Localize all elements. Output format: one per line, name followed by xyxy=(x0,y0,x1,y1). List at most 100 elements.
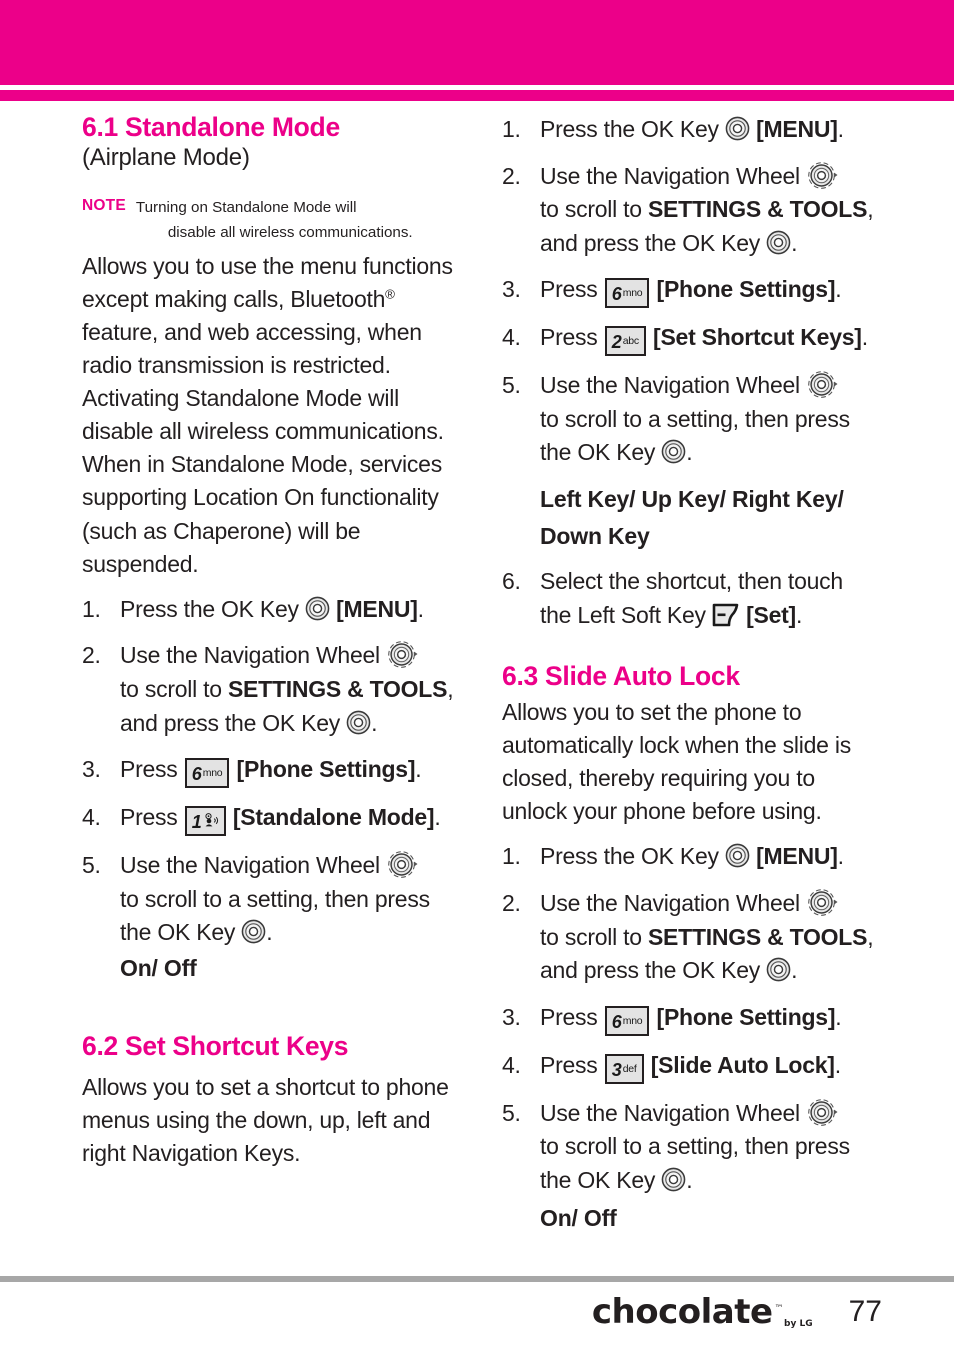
step-number: 3. xyxy=(82,756,101,783)
step-period: . xyxy=(791,229,798,256)
step-text: Press xyxy=(120,804,178,831)
step-number: 5. xyxy=(502,1099,521,1126)
step-number: 2. xyxy=(502,889,521,916)
header-band xyxy=(0,0,954,85)
step-text-line2a: to scroll to xyxy=(540,196,648,223)
step-period: . xyxy=(835,276,842,303)
step-sublabel-keys-line2: Down Key xyxy=(540,523,650,550)
step-bold-label: [Phone Settings] xyxy=(656,276,836,303)
step-bold-label: [MENU] xyxy=(756,116,838,142)
navigation-wheel-icon xyxy=(808,371,838,399)
step-text: Use the Navigation Wheel xyxy=(540,1099,800,1126)
trademark-mark: ™ xyxy=(774,1304,784,1314)
step-text-line2: the Left Soft Key xyxy=(540,601,706,628)
right-column: 1. Press the OK Key [MENU]. 2. Use the N… xyxy=(502,113,877,1248)
step-text: Use the Navigation Wheel xyxy=(120,642,380,669)
step-number: 3. xyxy=(502,276,521,303)
step-text: Use the Navigation Wheel xyxy=(540,372,800,399)
navigation-wheel-icon xyxy=(808,1098,838,1126)
note-line-1: Turning on Standalone Mode will xyxy=(135,199,357,217)
by-lg-label: by LG xyxy=(784,1319,813,1329)
keypad-key-6: 6mno xyxy=(604,1005,650,1036)
step-text: Use the Navigation Wheel xyxy=(120,852,380,879)
keypad-key-2: 2abc xyxy=(604,326,646,357)
ok-key-icon xyxy=(661,440,686,464)
step-text-line2a: to scroll to xyxy=(120,675,228,702)
key-letters: mno xyxy=(622,287,643,300)
section-subtitle-6-1: (Airplane Mode) xyxy=(82,143,250,171)
step-item: 3. Press 6mno [Phone Settings]. xyxy=(82,753,457,789)
step-bold-label: [Set] xyxy=(746,601,796,628)
step-period: . xyxy=(791,957,798,984)
note-text: Turning on Standalone Mode will disable … xyxy=(136,196,413,245)
page-number: 77 xyxy=(848,1295,882,1328)
key-letters: abc xyxy=(622,335,639,348)
navigation-wheel-icon xyxy=(388,851,418,878)
step-period: . xyxy=(837,116,844,142)
key-digit: 6 xyxy=(611,1011,622,1032)
navigation-wheel-icon xyxy=(808,889,838,916)
step-period: . xyxy=(371,709,378,736)
step-text-line3: and press the OK Key xyxy=(540,957,761,984)
step-item: 5. Use the Navigation Wheel to scroll to… xyxy=(502,1097,877,1235)
step-text-line2: to scroll to a setting, then press xyxy=(540,1133,850,1160)
step-bold-menu: SETTINGS & TOOLS xyxy=(647,196,868,223)
step-number: 4. xyxy=(502,1051,521,1078)
section-body-6-1: Allows you to use the menu functions exc… xyxy=(82,252,453,577)
navigation-wheel-icon xyxy=(808,161,838,189)
ok-key-icon xyxy=(305,596,330,621)
step-comma: , xyxy=(867,923,874,950)
step-comma: , xyxy=(867,196,874,223)
step-bold-label: [Slide Auto Lock] xyxy=(650,1051,835,1078)
ok-key-icon xyxy=(766,957,791,982)
step-bold-label: [Standalone Mode] xyxy=(232,804,435,831)
keypad-key-1: 1 xyxy=(184,806,226,837)
step-period: . xyxy=(795,601,803,628)
step-sublabel-options: On/ Off xyxy=(540,1205,617,1232)
step-bold-menu: SETTINGS & TOOLS xyxy=(227,675,448,702)
step-item: 4. Press 3def [Slide Auto Lock]. xyxy=(502,1049,877,1084)
step-number: 1. xyxy=(82,595,101,622)
step-number: 1. xyxy=(502,116,521,142)
step-text: Press xyxy=(540,1051,598,1078)
step-comma: , xyxy=(447,675,454,702)
step-number: 5. xyxy=(502,372,521,399)
section-heading-6-1: 6.1 Standalone Mode xyxy=(82,112,340,142)
section-body-6-2: Allows you to set a shortcut to phone me… xyxy=(82,1073,449,1166)
navigation-wheel-icon xyxy=(388,641,418,669)
step-text-line2a: to scroll to xyxy=(540,923,648,950)
step-period: . xyxy=(861,324,868,351)
header-stripe xyxy=(0,90,954,101)
step-period: . xyxy=(834,1051,841,1078)
footer-rule xyxy=(0,1276,954,1282)
step-text-line3: the OK Key xyxy=(540,439,656,466)
step-item: 6. Select the shortcut, then touch the L… xyxy=(502,565,877,632)
step-bold-menu: SETTINGS & TOOLS xyxy=(647,923,868,950)
step-period: . xyxy=(837,843,844,870)
step-number: 6. xyxy=(502,568,521,595)
step-text-line3: the OK Key xyxy=(120,919,236,946)
keypad-key-6: 6mno xyxy=(604,278,650,309)
step-number: 3. xyxy=(502,1003,521,1030)
note-label: NOTE xyxy=(82,197,126,215)
steps-list-6-2: 1. Press the OK Key [MENU]. 2. Use the N… xyxy=(502,113,877,632)
step-text-line2: to scroll to a setting, then press xyxy=(540,405,850,432)
step-bold-label: [MENU] xyxy=(336,595,418,622)
chocolate-logo: chocolate ™ by LG xyxy=(592,1292,813,1332)
step-text-line3: and press the OK Key xyxy=(120,709,341,736)
key-letters: def xyxy=(622,1062,637,1075)
step-number: 1. xyxy=(502,843,521,870)
ok-key-icon xyxy=(725,844,750,868)
step-sublabel-keys-line1: Left Key/ Up Key/ Right Key/ xyxy=(540,486,844,513)
ok-key-icon xyxy=(346,710,371,734)
step-number: 4. xyxy=(502,324,521,351)
manual-page: 6.1 Standalone Mode (Airplane Mode) NOTE… xyxy=(0,0,954,1372)
step-period: . xyxy=(434,804,441,831)
step-bold-label: [Set Shortcut Keys] xyxy=(653,324,862,351)
ok-key-icon xyxy=(766,230,791,255)
section-body-6-3: Allows you to set the phone to automatic… xyxy=(502,698,851,825)
section-heading-6-2: 6.2 Set Shortcut Keys xyxy=(82,1030,349,1061)
step-item: 1. Press the OK Key [MENU]. xyxy=(502,840,877,874)
step-text: Use the Navigation Wheel xyxy=(540,889,800,916)
step-text: Press xyxy=(540,324,598,351)
